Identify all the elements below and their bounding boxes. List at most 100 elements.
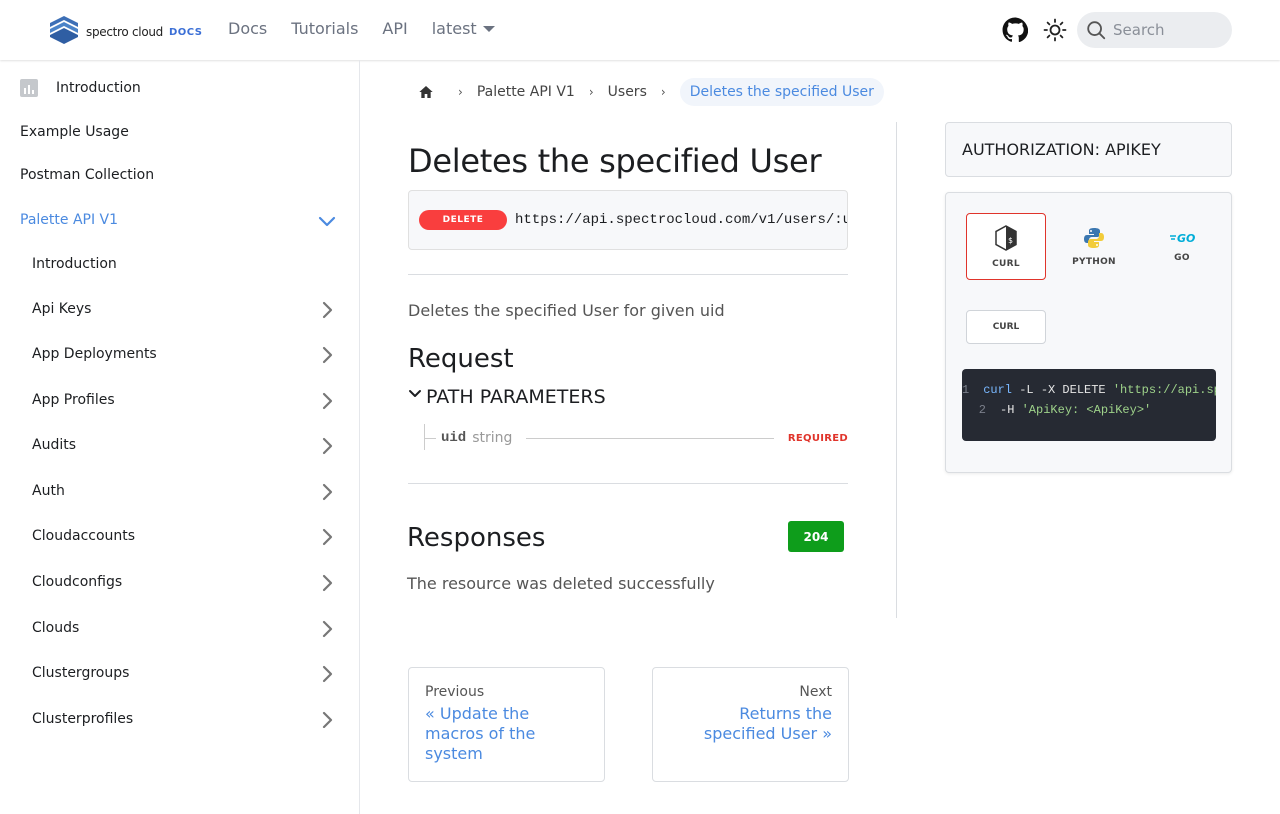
sidebar-item-clustergroups[interactable]: Clustergroups bbox=[0, 653, 359, 693]
column-divider bbox=[896, 122, 897, 618]
version-label: latest bbox=[431, 19, 477, 38]
param-row: uid string REQUIRED bbox=[424, 424, 848, 450]
sidebar-item-introduction-sub[interactable]: Introduction bbox=[0, 244, 359, 284]
nav-link-api[interactable]: API bbox=[382, 19, 407, 38]
sidebar-item-label: Clusterprofiles bbox=[32, 711, 134, 727]
sidebar-item-clouds[interactable]: Clouds bbox=[0, 608, 359, 648]
chevron-right-icon[interactable] bbox=[317, 527, 337, 547]
nav-link-docs[interactable]: Docs bbox=[228, 19, 267, 38]
nav-link-tutorials[interactable]: Tutorials bbox=[291, 19, 358, 38]
github-link[interactable] bbox=[997, 12, 1033, 48]
lang-tab-python[interactable]: PYTHON bbox=[1054, 213, 1134, 280]
chevron-right-icon[interactable] bbox=[317, 482, 337, 502]
sidebar-item-label: Audits bbox=[32, 437, 77, 453]
chevron-down-icon[interactable] bbox=[317, 211, 337, 231]
chevron-right-icon[interactable] bbox=[317, 664, 337, 684]
pagination-previous-sublabel: Previous bbox=[425, 684, 485, 700]
sidebar-item-label: App Deployments bbox=[32, 346, 157, 362]
chevron-right-icon[interactable] bbox=[317, 573, 337, 593]
lang-tab-label: PYTHON bbox=[1072, 256, 1116, 267]
param-tree-line bbox=[424, 424, 425, 450]
search-box[interactable]: Search bbox=[1077, 12, 1232, 48]
code-line: 1 curl -L -X DELETE 'https://api.spectro… bbox=[962, 383, 1216, 403]
endpoint-bar: DELETE https://api.spectrocloud.com/v1/u… bbox=[408, 190, 848, 250]
breadcrumb-item-users[interactable]: Users bbox=[608, 84, 647, 100]
breadcrumb: › Palette API V1 › Users › Deletes the s… bbox=[408, 76, 884, 108]
lang-tab-label: GO bbox=[1174, 252, 1190, 263]
param-type: string bbox=[472, 430, 513, 446]
theme-toggle[interactable] bbox=[1037, 12, 1073, 48]
breadcrumb-separator-icon: › bbox=[458, 85, 463, 99]
search-icon bbox=[1087, 21, 1106, 40]
line-number: 2 bbox=[978, 403, 986, 417]
code-block[interactable]: 1 curl -L -X DELETE 'https://api.spectro… bbox=[962, 369, 1216, 441]
navbar: spectro cloud DOCS Docs Tutorials API la… bbox=[0, 0, 1280, 60]
sidebar-item-introduction[interactable]: Introduction bbox=[0, 68, 359, 108]
response-description: The resource was deleted successfully bbox=[407, 574, 715, 593]
home-icon bbox=[419, 86, 433, 98]
path-parameters-toggle[interactable]: PATH PARAMETERS bbox=[408, 386, 606, 408]
sidebar-item-postman-collection[interactable]: Postman Collection bbox=[0, 155, 359, 195]
pagination-previous[interactable]: Previous « Update the macros of the syst… bbox=[408, 667, 605, 782]
caret-down-icon bbox=[482, 25, 495, 32]
chevron-right-icon[interactable] bbox=[317, 710, 337, 728]
sidebar-item-app-deployments[interactable]: App Deployments bbox=[0, 334, 359, 374]
sidebar-item-cloudconfigs[interactable]: Cloudconfigs bbox=[0, 562, 359, 602]
breadcrumb-separator-icon: › bbox=[660, 85, 666, 99]
logo[interactable]: spectro cloud DOCS bbox=[48, 15, 203, 49]
breadcrumb-home[interactable] bbox=[408, 84, 444, 100]
code-command: curl bbox=[983, 383, 1013, 397]
method-badge: DELETE bbox=[419, 210, 507, 230]
sidebar-item-example-usage[interactable]: Example Usage bbox=[0, 112, 359, 152]
param-name: uid bbox=[441, 430, 467, 446]
chevron-right-icon[interactable] bbox=[317, 436, 337, 456]
chevron-right-icon[interactable] bbox=[317, 300, 337, 320]
pagination-next-sublabel: Next bbox=[799, 684, 832, 700]
divider bbox=[408, 274, 848, 275]
main-content: › Palette API V1 › Users › Deletes the s… bbox=[360, 60, 1280, 814]
code-line: 2 -H 'ApiKey: <ApiKey>' bbox=[962, 403, 1216, 423]
endpoint-url: https://api.spectrocloud.com/v1/users/:u… bbox=[515, 212, 848, 228]
status-code-tab[interactable]: 204 bbox=[788, 521, 844, 552]
chevron-right-icon[interactable] bbox=[317, 619, 337, 639]
svg-text:$: $ bbox=[1008, 236, 1013, 245]
sidebar-item-palette-api-v1[interactable]: Palette API V1 bbox=[0, 200, 359, 240]
version-dropdown[interactable]: latest bbox=[432, 19, 495, 38]
logo-icon bbox=[48, 15, 80, 49]
nav-links: Docs Tutorials API latest bbox=[228, 19, 519, 38]
authorization-panel[interactable]: AUTHORIZATION: APIKEY bbox=[945, 122, 1232, 177]
code-sample-panel: $ CURL PYTHON GO GO CURL 1 curl -L -X DE… bbox=[945, 192, 1232, 473]
python-icon bbox=[1084, 227, 1104, 248]
sidebar-item-cloudaccounts[interactable]: Cloudaccounts bbox=[0, 516, 359, 556]
lang-tab-curl[interactable]: $ CURL bbox=[966, 213, 1046, 280]
pagination-next[interactable]: Next Returns the specified User » bbox=[652, 667, 849, 782]
sidebar-item-audits[interactable]: Audits bbox=[0, 425, 359, 465]
search-placeholder: Search bbox=[1113, 21, 1165, 39]
sidebar-item-label: Clouds bbox=[32, 620, 80, 636]
code-header: 'ApiKey: <ApiKey>' bbox=[1021, 403, 1152, 417]
param-rule bbox=[526, 437, 774, 439]
param-tree-tick bbox=[424, 438, 436, 439]
sidebar-item-label: Cloudconfigs bbox=[32, 574, 123, 590]
chevron-right-icon[interactable] bbox=[317, 345, 337, 365]
sidebar-item-label: Palette API V1 bbox=[20, 212, 119, 228]
breadcrumb-item-palette-api[interactable]: Palette API V1 bbox=[477, 84, 575, 100]
lang-tab-go[interactable]: GO GO bbox=[1142, 213, 1222, 280]
breadcrumb-item-current: Deletes the specified User bbox=[679, 78, 884, 106]
request-heading: Request bbox=[408, 344, 514, 374]
go-icon: GO bbox=[1170, 232, 1195, 245]
sidebar-item-label: Clustergroups bbox=[32, 665, 130, 681]
sidebar-item-label: Api Keys bbox=[32, 301, 92, 317]
variant-tab-curl[interactable]: CURL bbox=[966, 310, 1046, 344]
chevron-right-icon[interactable] bbox=[317, 391, 337, 411]
sidebar-item-api-keys[interactable]: Api Keys bbox=[0, 289, 359, 329]
sidebar-item-label: App Profiles bbox=[32, 392, 115, 408]
nav-right: Search bbox=[997, 12, 1232, 48]
logo-docs-label: DOCS bbox=[168, 26, 203, 38]
sidebar-item-app-profiles[interactable]: App Profiles bbox=[0, 380, 359, 420]
sidebar: Introduction Example Usage Postman Colle… bbox=[0, 60, 360, 814]
page-title: Deletes the specified User bbox=[408, 142, 822, 180]
github-icon bbox=[1002, 17, 1028, 43]
sidebar-item-clusterprofiles[interactable]: Clusterprofiles bbox=[0, 699, 359, 728]
sidebar-item-auth[interactable]: Auth bbox=[0, 471, 359, 511]
